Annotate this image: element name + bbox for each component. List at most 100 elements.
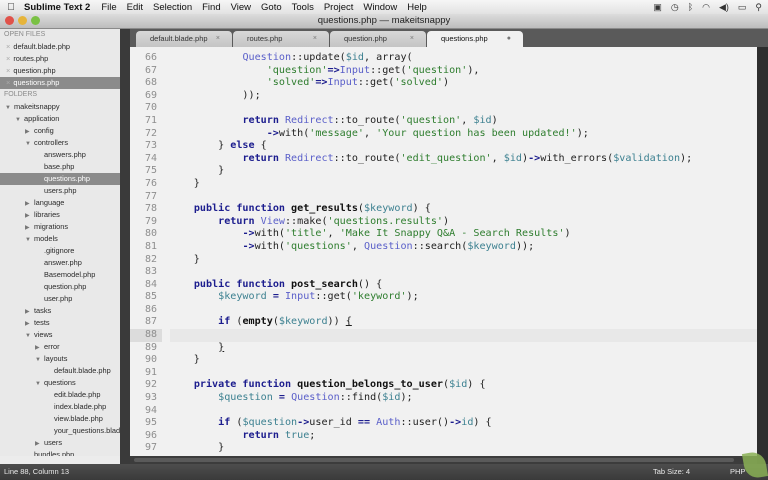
disclosure-open-icon[interactable]: ▼ <box>25 234 34 245</box>
code-line[interactable]: )); <box>170 90 758 103</box>
code-line[interactable]: } else { <box>170 140 758 153</box>
menu-item[interactable]: Find <box>197 2 225 13</box>
file-item[interactable]: your_questions.blade.php <box>0 425 120 437</box>
open-file-item[interactable]: × routes.php <box>0 53 120 65</box>
disclosure-open-icon[interactable]: ▼ <box>25 330 34 341</box>
screen-record-icon[interactable]: ▣ <box>653 2 662 13</box>
disclosure-open-icon[interactable]: ▼ <box>25 138 34 149</box>
folder-item[interactable]: ▼ layouts <box>0 353 120 365</box>
close-tab-icon[interactable]: × <box>313 31 317 47</box>
sidebar-scrollbar[interactable] <box>120 29 130 464</box>
app-name-menu[interactable]: Sublime Text 2 <box>22 2 96 13</box>
code-line[interactable]: } <box>170 354 758 367</box>
file-item[interactable]: answer.php <box>0 257 120 269</box>
folder-item[interactable]: ▶ language <box>0 197 120 209</box>
file-item[interactable]: edit.blade.php <box>0 389 120 401</box>
code-editor[interactable]: 66 67 68 69 70 71 72 73 74 75 76 77 78 79 80 81 82 83 84 85… <box>130 47 757 456</box>
disclosure-closed-icon[interactable]: ▶ <box>25 210 34 221</box>
code-line[interactable]: if (empty($keyword)) { <box>170 316 758 329</box>
menu-item[interactable]: Selection <box>148 2 197 13</box>
menu-item[interactable]: Edit <box>122 2 148 13</box>
code-text[interactable]: Question::update($id, array( 'question'=… <box>169 52 758 455</box>
folder-item[interactable]: ▼ models <box>0 233 120 245</box>
menu-item[interactable]: Help <box>402 2 432 13</box>
code-line[interactable]: ->with('message', 'Your question has bee… <box>170 128 758 141</box>
tab-size-selector[interactable]: Tab Size: 4 <box>653 464 690 480</box>
folder-item[interactable]: ▼ views <box>0 329 120 341</box>
code-line[interactable]: } <box>170 442 758 455</box>
file-item[interactable]: answers.php <box>0 149 120 161</box>
code-line[interactable]: return View::make('questions.results') <box>170 216 758 229</box>
code-line[interactable]: } <box>170 342 758 355</box>
code-line[interactable]: return Redirect::to_route('edit_question… <box>170 153 758 166</box>
folder-item[interactable]: ▶ error <box>0 341 120 353</box>
code-line[interactable]: ->with('questions', Question::search($ke… <box>170 241 758 254</box>
code-line[interactable]: $keyword = Input::get('keyword'); <box>170 291 758 304</box>
code-line[interactable]: $question = Question::find($id); <box>170 392 758 405</box>
folder-item[interactable]: ▼ makeitsnappy <box>0 101 120 113</box>
code-line[interactable] <box>170 266 758 279</box>
tab-questions-php[interactable]: questions.php ● <box>427 31 523 47</box>
time-machine-icon[interactable]: ◷ <box>671 2 679 13</box>
disclosure-closed-icon[interactable]: ▶ <box>25 318 34 329</box>
menu-item[interactable]: Project <box>319 2 359 13</box>
code-line[interactable]: Question::update($id, array( <box>170 52 758 65</box>
code-line[interactable]: 'solved'=>Input::get('solved') <box>170 77 758 90</box>
menu-item[interactable]: Tools <box>287 2 319 13</box>
folder-item[interactable]: ▶ config <box>0 125 120 137</box>
folder-item[interactable]: ▶ libraries <box>0 209 120 221</box>
file-item[interactable]: index.blade.php <box>0 401 120 413</box>
wifi-icon[interactable]: ◠ <box>702 2 710 13</box>
code-line[interactable]: } <box>170 178 758 191</box>
tab-routes-php[interactable]: routes.php × <box>233 31 329 47</box>
menu-item[interactable]: File <box>96 2 121 13</box>
code-line[interactable]: ->with('title', 'Make It Snappy Q&A - Se… <box>170 228 758 241</box>
scroll-thumb[interactable] <box>134 458 734 462</box>
bluetooth-icon[interactable]: ᛒ <box>688 2 693 12</box>
menu-item[interactable]: Goto <box>256 2 287 13</box>
code-line[interactable] <box>170 304 758 317</box>
disclosure-closed-icon[interactable]: ▶ <box>25 198 34 209</box>
close-icon[interactable]: × <box>6 42 10 51</box>
folder-item[interactable]: ▶ users <box>0 437 120 449</box>
file-item[interactable]: questions.php <box>0 173 120 185</box>
unsaved-dot-icon[interactable]: ● <box>507 31 511 47</box>
close-icon[interactable]: × <box>6 78 10 87</box>
menu-item[interactable]: View <box>226 2 256 13</box>
folder-item[interactable]: ▼ questions <box>0 377 120 389</box>
battery-icon[interactable]: ▭ <box>738 2 747 13</box>
apple-icon[interactable]:  <box>0 2 22 13</box>
code-line[interactable]: 'question'=>Input::get('question'), <box>170 65 758 78</box>
spotlight-search-icon[interactable]: ⚲ <box>755 2 762 13</box>
code-line[interactable]: public function get_results($keyword) { <box>170 203 758 216</box>
menu-item[interactable]: Window <box>358 2 402 13</box>
code-line[interactable] <box>170 367 758 380</box>
disclosure-closed-icon[interactable]: ▶ <box>35 438 44 449</box>
file-item[interactable]: user.php <box>0 293 120 305</box>
file-item[interactable]: bundles.php <box>0 449 120 456</box>
file-item[interactable]: Basemodel.php <box>0 269 120 281</box>
disclosure-open-icon[interactable]: ▼ <box>35 354 44 365</box>
disclosure-closed-icon[interactable]: ▶ <box>35 342 44 353</box>
code-line[interactable] <box>170 405 758 418</box>
code-line[interactable]: return true; <box>170 430 758 443</box>
file-item[interactable]: .gitignore <box>0 245 120 257</box>
open-file-item[interactable]: × question.php <box>0 65 120 77</box>
disclosure-closed-icon[interactable]: ▶ <box>25 306 34 317</box>
folder-item[interactable]: ▶ tasks <box>0 305 120 317</box>
volume-icon[interactable]: ◀) <box>719 2 729 13</box>
code-line[interactable]: return Redirect::to_route('question', $i… <box>170 115 758 128</box>
open-file-item[interactable]: × default.blade.php <box>0 41 120 53</box>
file-item[interactable]: question.php <box>0 281 120 293</box>
file-item[interactable]: base.php <box>0 161 120 173</box>
code-line[interactable] <box>170 191 758 204</box>
file-item[interactable]: view.blade.php <box>0 413 120 425</box>
file-item[interactable]: default.blade.php <box>0 365 120 377</box>
tab-default-blade-php[interactable]: default.blade.php × <box>136 31 232 47</box>
open-file-item[interactable]: × questions.php <box>0 77 120 89</box>
folder-item[interactable]: ▼ application <box>0 113 120 125</box>
code-line[interactable]: if ($question->user_id == Auth::user()->… <box>170 417 758 430</box>
disclosure-open-icon[interactable]: ▼ <box>35 378 44 389</box>
disclosure-open-icon[interactable]: ▼ <box>15 114 24 125</box>
code-line[interactable]: } <box>170 165 758 178</box>
